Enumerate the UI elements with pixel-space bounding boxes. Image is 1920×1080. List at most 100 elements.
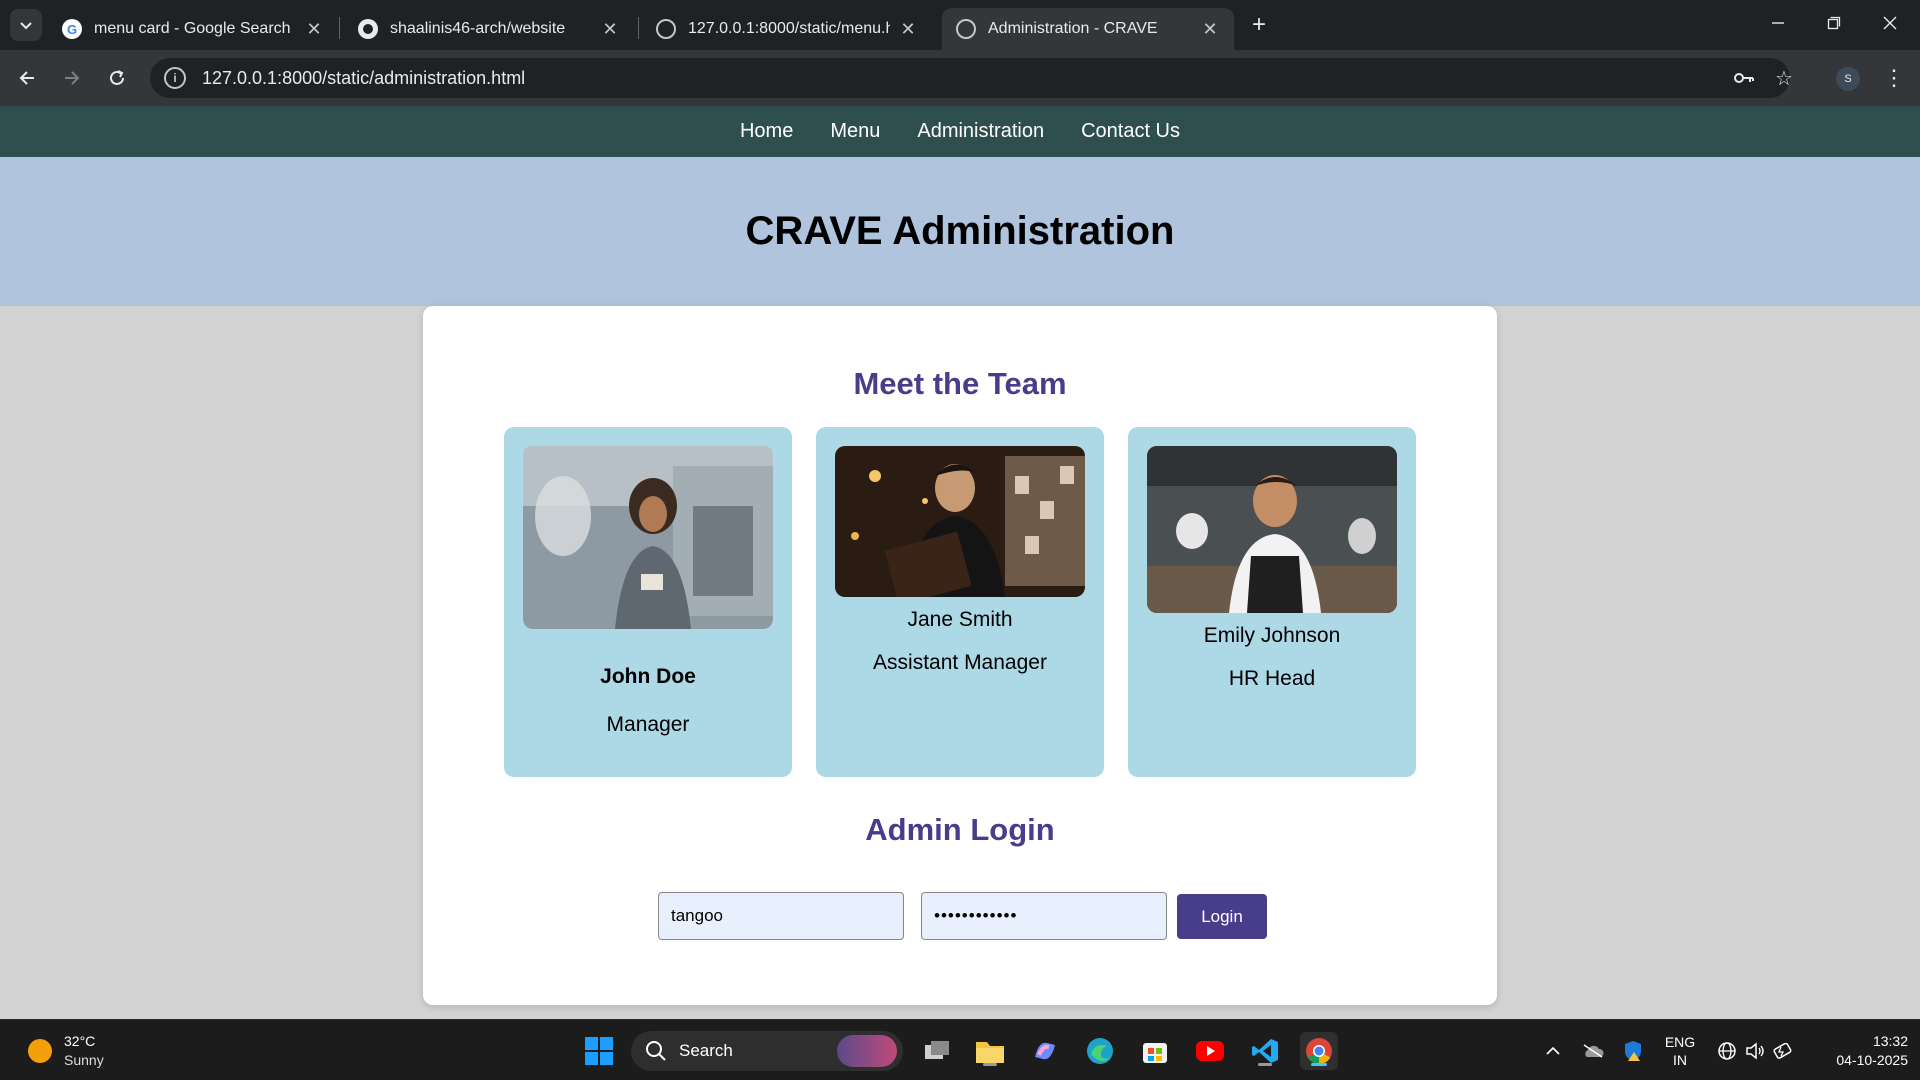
weather-condition[interactable]: Sunny	[64, 1052, 104, 1068]
chrome-icon[interactable]	[1300, 1032, 1338, 1070]
running-indicator	[983, 1063, 997, 1066]
team-card: John Doe Manager	[504, 427, 792, 777]
close-tab-icon[interactable]: ✕	[600, 19, 620, 40]
team-photo-emily	[1147, 446, 1397, 613]
forward-button[interactable]	[56, 62, 88, 94]
search-highlight-icon	[837, 1035, 897, 1067]
copilot-icon[interactable]	[1026, 1032, 1064, 1070]
nav-link-contact[interactable]: Contact Us	[1081, 120, 1180, 143]
globe-icon	[956, 19, 976, 39]
tab-separator	[339, 17, 340, 39]
team-member-role: Manager	[606, 713, 690, 736]
google-icon: G	[62, 19, 82, 39]
restore-button[interactable]	[1806, 0, 1862, 46]
region-label: IN	[1673, 1051, 1687, 1068]
security-shield-icon[interactable]	[1618, 1020, 1648, 1080]
team-member-role: HR Head	[1228, 667, 1316, 690]
running-indicator	[1258, 1063, 1272, 1066]
tab-search-button[interactable]	[10, 9, 42, 41]
system-clock[interactable]: 13:32 04-10-2025	[1812, 1020, 1908, 1080]
new-tab-button[interactable]: +	[1244, 10, 1274, 40]
tab-title: menu card - Google Search	[94, 20, 291, 37]
hero-header: CRAVE Administration	[0, 157, 1920, 306]
team-member-name: Jane Smith	[907, 608, 1013, 631]
team-photo-john	[523, 446, 773, 629]
site-info-icon[interactable]: i	[164, 67, 186, 89]
edge-browser-icon[interactable]	[1081, 1032, 1119, 1070]
arrow-right-icon	[65, 71, 80, 85]
clock-time: 13:32	[1872, 1032, 1908, 1049]
windows-logo-icon	[585, 1037, 613, 1065]
team-card: Emily Johnson HR Head	[1128, 427, 1416, 777]
close-tab-icon[interactable]: ✕	[1200, 19, 1220, 40]
browser-menu-icon[interactable]: ⋮	[1882, 62, 1906, 94]
tab-google-search[interactable]: G menu card - Google Search ✕	[48, 8, 338, 50]
address-bar[interactable]: i 127.0.0.1:8000/static/administration.h…	[150, 58, 1793, 98]
tab-github[interactable]: shaalinis46-arch/website ✕	[344, 8, 634, 50]
minimize-button[interactable]	[1750, 0, 1806, 46]
restore-icon	[1827, 16, 1841, 30]
team-member-role: Assistant Manager	[873, 651, 1047, 674]
reload-icon	[110, 70, 124, 85]
taskbar-search[interactable]: Search	[631, 1031, 903, 1071]
password-key-icon[interactable]	[1732, 66, 1756, 90]
nav-link-menu[interactable]: Menu	[830, 120, 880, 143]
svg-text:G: G	[67, 22, 77, 37]
sun-icon[interactable]	[28, 1039, 52, 1063]
username-input[interactable]: tangoo	[658, 892, 904, 940]
battery-charging-icon[interactable]	[1770, 1020, 1796, 1080]
tab-title: 127.0.0.1:8000/static/menu.htm	[688, 20, 890, 37]
show-hidden-icons-chevron-icon[interactable]	[1538, 1020, 1568, 1080]
weather-temperature[interactable]: 32°C	[64, 1033, 95, 1049]
minimize-icon	[1772, 22, 1784, 24]
page-viewport: Home Menu Administration Contact Us CRAV…	[0, 106, 1920, 1019]
running-indicator	[1311, 1063, 1327, 1066]
file-explorer-icon[interactable]	[971, 1032, 1009, 1070]
close-tab-icon[interactable]: ✕	[304, 19, 324, 40]
language-indicator[interactable]: ENG IN	[1660, 1020, 1700, 1080]
password-input[interactable]: ••••••••••••	[921, 892, 1167, 940]
close-window-button[interactable]	[1862, 0, 1918, 46]
vscode-icon[interactable]	[1246, 1032, 1284, 1070]
microsoft-store-icon[interactable]	[1136, 1032, 1174, 1070]
back-button[interactable]	[11, 62, 43, 94]
admin-container: Meet the Team John Doe Manager Jane Smit…	[423, 306, 1497, 1005]
github-icon	[358, 19, 378, 39]
page-title: CRAVE Administration	[745, 209, 1175, 253]
tab-strip: G menu card - Google Search ✕ shaalinis4…	[0, 0, 1920, 50]
clock-date: 04-10-2025	[1836, 1051, 1908, 1068]
team-member-name: John Doe	[600, 665, 696, 688]
browser-toolbar: i 127.0.0.1:8000/static/administration.h…	[0, 50, 1920, 106]
task-view-icon[interactable]	[918, 1032, 956, 1070]
language-label: ENG	[1664, 1033, 1696, 1050]
arrow-left-icon	[19, 71, 34, 85]
nav-link-home[interactable]: Home	[740, 120, 793, 143]
globe-icon	[656, 19, 676, 39]
start-button[interactable]	[580, 1032, 618, 1070]
tab-menu-page[interactable]: 127.0.0.1:8000/static/menu.htm ✕	[642, 8, 932, 50]
site-navbar: Home Menu Administration Contact Us	[0, 106, 1920, 157]
onedrive-cloud-icon[interactable]	[1578, 1020, 1608, 1080]
volume-icon[interactable]	[1742, 1020, 1768, 1080]
team-member-name: Emily Johnson	[1203, 624, 1341, 647]
tab-title: shaalinis46-arch/website	[390, 20, 566, 37]
network-globe-icon[interactable]	[1714, 1020, 1740, 1080]
team-photo-jane	[835, 446, 1085, 597]
reload-button[interactable]	[101, 62, 133, 94]
login-section-title: Admin Login	[865, 812, 1055, 847]
tab-administration[interactable]: Administration - CRAVE ✕	[942, 8, 1234, 50]
taskbar-search-label: Search	[679, 1041, 733, 1060]
team-section-title: Meet the Team	[853, 366, 1067, 401]
url-text: 127.0.0.1:8000/static/administration.htm…	[202, 67, 526, 88]
windows-taskbar: 32°C Sunny Search ENG IN 13:32 04-10-202…	[0, 1019, 1920, 1080]
bookmark-star-icon[interactable]: ☆	[1772, 66, 1796, 90]
profile-avatar[interactable]: S	[1836, 67, 1860, 91]
close-icon	[1883, 16, 1897, 30]
tab-separator	[638, 17, 639, 39]
nav-link-administration[interactable]: Administration	[917, 120, 1044, 143]
login-button[interactable]: Login	[1177, 894, 1267, 939]
youtube-icon[interactable]	[1191, 1032, 1229, 1070]
chevron-down-icon	[20, 22, 32, 30]
close-tab-icon[interactable]: ✕	[898, 19, 918, 40]
tab-title: Administration - CRAVE	[988, 20, 1158, 37]
